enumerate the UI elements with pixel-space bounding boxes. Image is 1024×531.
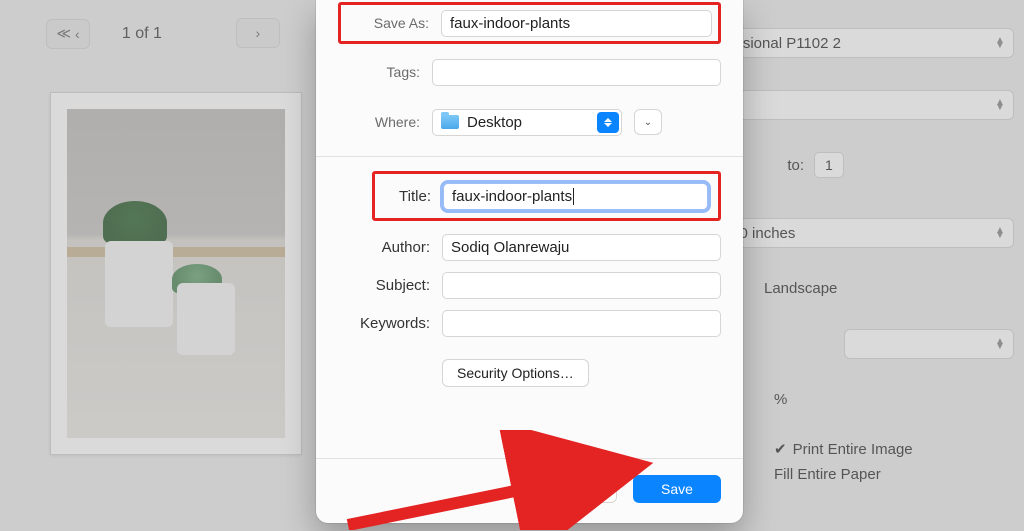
title-field[interactable]: faux-indoor-plants — [443, 183, 708, 210]
cancel-button[interactable]: Canc — [567, 475, 617, 503]
where-value: Desktop — [467, 114, 522, 131]
scale-percent: % — [774, 391, 787, 408]
keywords-field[interactable] — [442, 310, 721, 337]
callout-save-as: Save As: faux-indoor-plants — [338, 2, 721, 44]
cancel-label: Canc — [583, 481, 616, 497]
range-to-field[interactable]: 1 — [814, 152, 844, 178]
app-menu-select[interactable]: ▲▼ — [844, 329, 1014, 359]
chevron-updown-icon: ▲▼ — [995, 38, 1005, 48]
print-entire-image-option[interactable]: Print Entire Image — [774, 440, 913, 458]
save-sheet: Save As: faux-indoor-plants Tags: Where:… — [316, 0, 743, 523]
where-label: Where: — [338, 114, 420, 130]
security-options-label: Security Options… — [457, 365, 574, 381]
title-value: faux-indoor-plants — [452, 188, 572, 205]
tags-label: Tags: — [338, 64, 420, 80]
save-as-label: Save As: — [347, 15, 429, 31]
print-options: essional P1102 2 ▲▼ ▲▼ to: 1 .00 inches … — [714, 28, 1014, 515]
preview-image — [67, 109, 285, 438]
paper-size-select[interactable]: .00 inches ▲▼ — [714, 218, 1014, 248]
dialog-footer: Canc Save — [316, 458, 743, 523]
author-label: Author: — [338, 239, 430, 256]
prev-page-icon: ‹ — [75, 26, 80, 42]
subject-label: Subject: — [338, 277, 430, 294]
print-preview — [50, 92, 302, 455]
where-select[interactable]: Desktop — [432, 109, 622, 136]
fill-entire-paper-option[interactable]: Fill Entire Paper — [774, 466, 881, 483]
chevron-down-icon: ⌄ — [644, 117, 652, 128]
printer-select-value: essional P1102 2 — [727, 35, 841, 52]
chevron-updown-icon: ▲▼ — [995, 228, 1005, 238]
keywords-label: Keywords: — [338, 315, 430, 332]
chevron-updown-icon: ▲▼ — [995, 339, 1005, 349]
page-count: 1 of 1 — [122, 25, 162, 43]
save-button[interactable]: Save — [633, 475, 721, 503]
next-page-group[interactable]: › — [236, 18, 280, 48]
chevron-updown-icon — [597, 112, 619, 133]
save-as-value: faux-indoor-plants — [450, 15, 570, 32]
chevron-updown-icon: ▲▼ — [995, 100, 1005, 110]
range-to-value: 1 — [825, 157, 833, 173]
save-label: Save — [661, 481, 693, 497]
callout-title: Title: faux-indoor-plants — [372, 171, 721, 221]
range-to-label: to: — [764, 157, 804, 174]
folder-icon — [441, 115, 459, 129]
title-label: Title: — [385, 188, 431, 205]
security-options-button[interactable]: Security Options… — [442, 359, 589, 387]
save-as-field[interactable]: faux-indoor-plants — [441, 10, 712, 37]
next-page-icon: › — [255, 25, 260, 41]
first-page-icon: ≪ — [56, 25, 71, 42]
orientation-landscape: Landscape — [764, 280, 837, 297]
author-field[interactable]: Sodiq Olanrewaju — [442, 234, 721, 261]
section-divider — [316, 156, 743, 157]
printer-select[interactable]: essional P1102 2 ▲▼ — [714, 28, 1014, 58]
text-caret — [573, 188, 574, 205]
prev-page-group[interactable]: ≪ ‹ — [46, 19, 90, 49]
expand-save-disclosure-button[interactable]: ⌄ — [634, 109, 662, 135]
author-value: Sodiq Olanrewaju — [451, 239, 569, 256]
tags-field[interactable] — [432, 59, 721, 86]
subject-field[interactable] — [442, 272, 721, 299]
presets-select[interactable]: ▲▼ — [714, 90, 1014, 120]
